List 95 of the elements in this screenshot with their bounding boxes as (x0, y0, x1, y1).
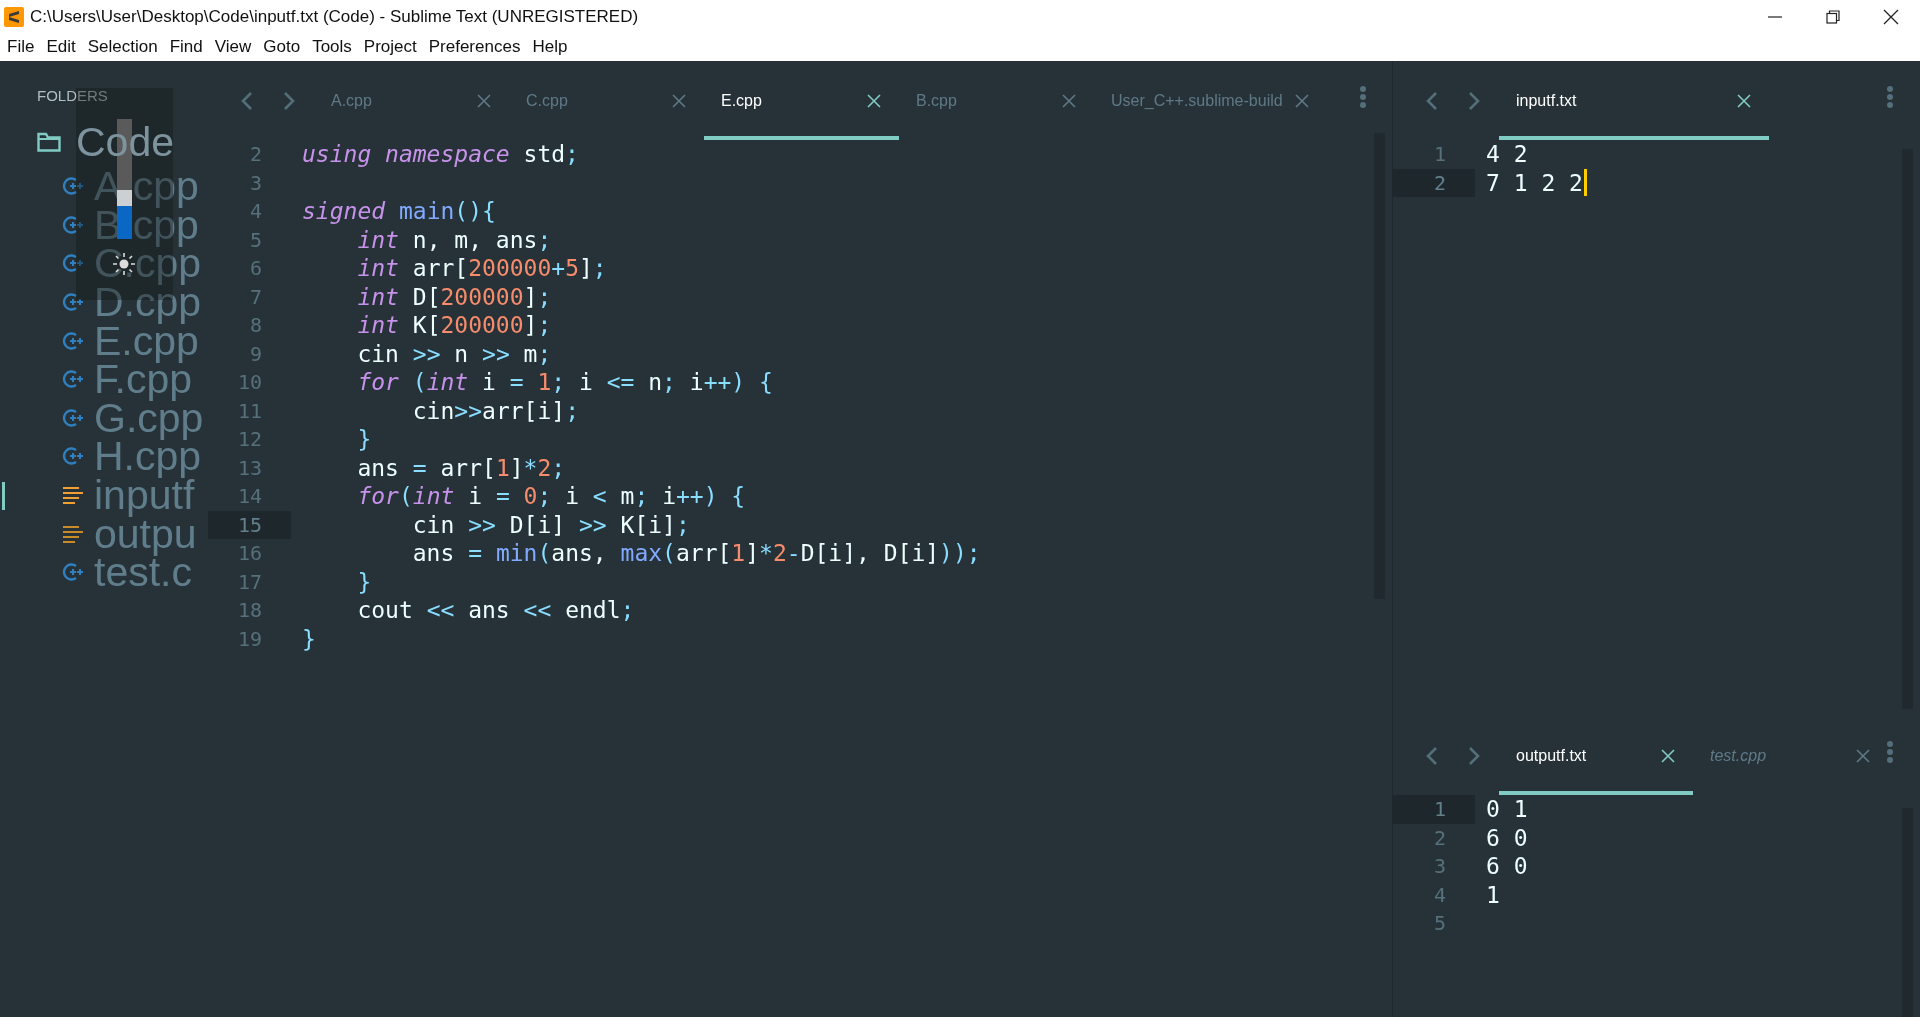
line-number: 2 (1433, 825, 1446, 850)
code-line: cin >> n >> m; (356, 339, 552, 368)
close-icon[interactable] (867, 93, 881, 108)
menu-item[interactable]: View (208, 37, 258, 57)
menu-item[interactable]: Goto (257, 37, 307, 57)
tab[interactable]: B.cpp (899, 61, 1094, 140)
line-number: 19 (237, 626, 262, 651)
cpp-file-icon (61, 406, 85, 429)
code-line: cin >> D[i] >> K[i]; (411, 510, 690, 539)
sidebar-header: FOLDERS (37, 87, 108, 106)
tab[interactable]: outputf.txt (1499, 716, 1693, 795)
text-line: 7 1 2 2 (1486, 168, 1583, 197)
close-icon[interactable] (1856, 748, 1870, 763)
code-line: signed main(){ (302, 197, 496, 226)
code-line: for (int i = 1; i <= n; i++) { (356, 368, 773, 397)
folder-icon (37, 132, 61, 152)
line-number: 10 (237, 370, 262, 395)
menu-item[interactable]: File (1, 37, 41, 57)
code-line: } (356, 567, 372, 596)
code-line: int n, m, ans; (356, 225, 552, 254)
text-line: 1 (1486, 880, 1500, 909)
code-line: cout << ans << endl; (356, 596, 635, 625)
text-line: 6 0 (1486, 852, 1528, 881)
text-line: 0 1 (1486, 795, 1528, 824)
close-icon[interactable] (1737, 93, 1751, 108)
cpp-file-icon (61, 252, 85, 275)
restore-icon (1826, 9, 1840, 24)
close-icon (1883, 8, 1899, 25)
line-number: 4 (1433, 882, 1446, 907)
code-line: int K[200000]; (356, 311, 552, 340)
cpp-file-icon (61, 175, 85, 198)
tab[interactable]: C.cpp (509, 61, 704, 140)
line-number: 11 (237, 398, 262, 423)
code-line: for(int i = 0; i < m; i++) { (356, 482, 746, 511)
line-number: 16 (237, 541, 262, 566)
more-options-icon[interactable] (1886, 85, 1894, 109)
menu-item[interactable]: Project (357, 37, 423, 57)
line-number: 17 (237, 569, 262, 594)
code-line: } (356, 425, 372, 454)
line-number: 5 (1433, 911, 1446, 936)
code-line: int D[200000]; (356, 282, 552, 311)
menu-item[interactable]: Edit (40, 37, 82, 57)
line-number: 14 (237, 484, 262, 509)
cpp-file-icon (61, 213, 85, 236)
minimize-icon (1768, 15, 1782, 18)
close-icon[interactable] (1062, 93, 1076, 108)
menu-item[interactable]: Find (163, 37, 209, 57)
line-number: 9 (249, 341, 262, 366)
line-number: 3 (249, 170, 262, 195)
line-number: 5 (249, 227, 262, 252)
tab[interactable]: test.cpp (1693, 716, 1888, 795)
window-title: C:\Users\User\Desktop\Code\inputf.txt (Code) - Sublime Text (UNREGISTERED) (30, 6, 640, 27)
code-line: ans = arr[1]*2; (356, 453, 566, 482)
line-number: 1 (1433, 142, 1446, 167)
line-number: 12 (237, 427, 262, 452)
line-number: 2 (249, 142, 262, 167)
more-options-icon[interactable] (1359, 85, 1367, 109)
line-number: 3 (1433, 854, 1446, 879)
folder-name[interactable]: Code (76, 118, 174, 166)
line-number: 18 (237, 598, 262, 623)
line-number: 2 (1433, 170, 1446, 195)
code-line: cin>>arr[i]; (411, 396, 579, 425)
cpp-file-icon (61, 291, 85, 314)
line-number: 6 (249, 256, 262, 281)
line-number: 15 (237, 512, 262, 537)
cpp-file-icon (61, 368, 85, 391)
menu-item[interactable]: Selection (81, 37, 164, 57)
line-number: 13 (237, 455, 262, 480)
close-icon[interactable] (477, 93, 491, 108)
code-line: ans = min(ans, max(arr[1]*2-D[i], D[i])); (411, 539, 981, 568)
cpp-file-icon (61, 329, 85, 352)
code-line: } (302, 624, 316, 653)
line-number: 1 (1433, 797, 1446, 822)
line-number: 8 (249, 313, 262, 338)
menu-item[interactable]: Help (526, 37, 574, 57)
tab[interactable]: A.cpp (314, 61, 509, 140)
tab[interactable]: E.cpp (704, 61, 899, 140)
code-line: int arr[200000+5]; (356, 254, 607, 283)
more-options-icon[interactable] (1886, 740, 1894, 764)
app-icon (4, 6, 24, 27)
close-icon[interactable] (1661, 748, 1675, 763)
tab[interactable]: User_C++.sublime-build (1094, 61, 1327, 140)
tab[interactable]: inputf.txt (1499, 61, 1769, 140)
line-number: 4 (249, 199, 262, 224)
line-number: 7 (249, 284, 262, 309)
text-line: 6 0 (1486, 823, 1528, 852)
text-file-icon (61, 484, 85, 507)
cpp-file-icon (61, 561, 85, 584)
text-line: 4 2 (1486, 140, 1528, 169)
cpp-file-icon (61, 445, 85, 468)
menu-item[interactable]: Tools (306, 37, 358, 57)
close-icon[interactable] (1294, 93, 1309, 108)
menu-item[interactable]: Preferences (422, 37, 527, 57)
code-line: using namespace std; (302, 140, 579, 169)
close-icon[interactable] (672, 93, 686, 108)
